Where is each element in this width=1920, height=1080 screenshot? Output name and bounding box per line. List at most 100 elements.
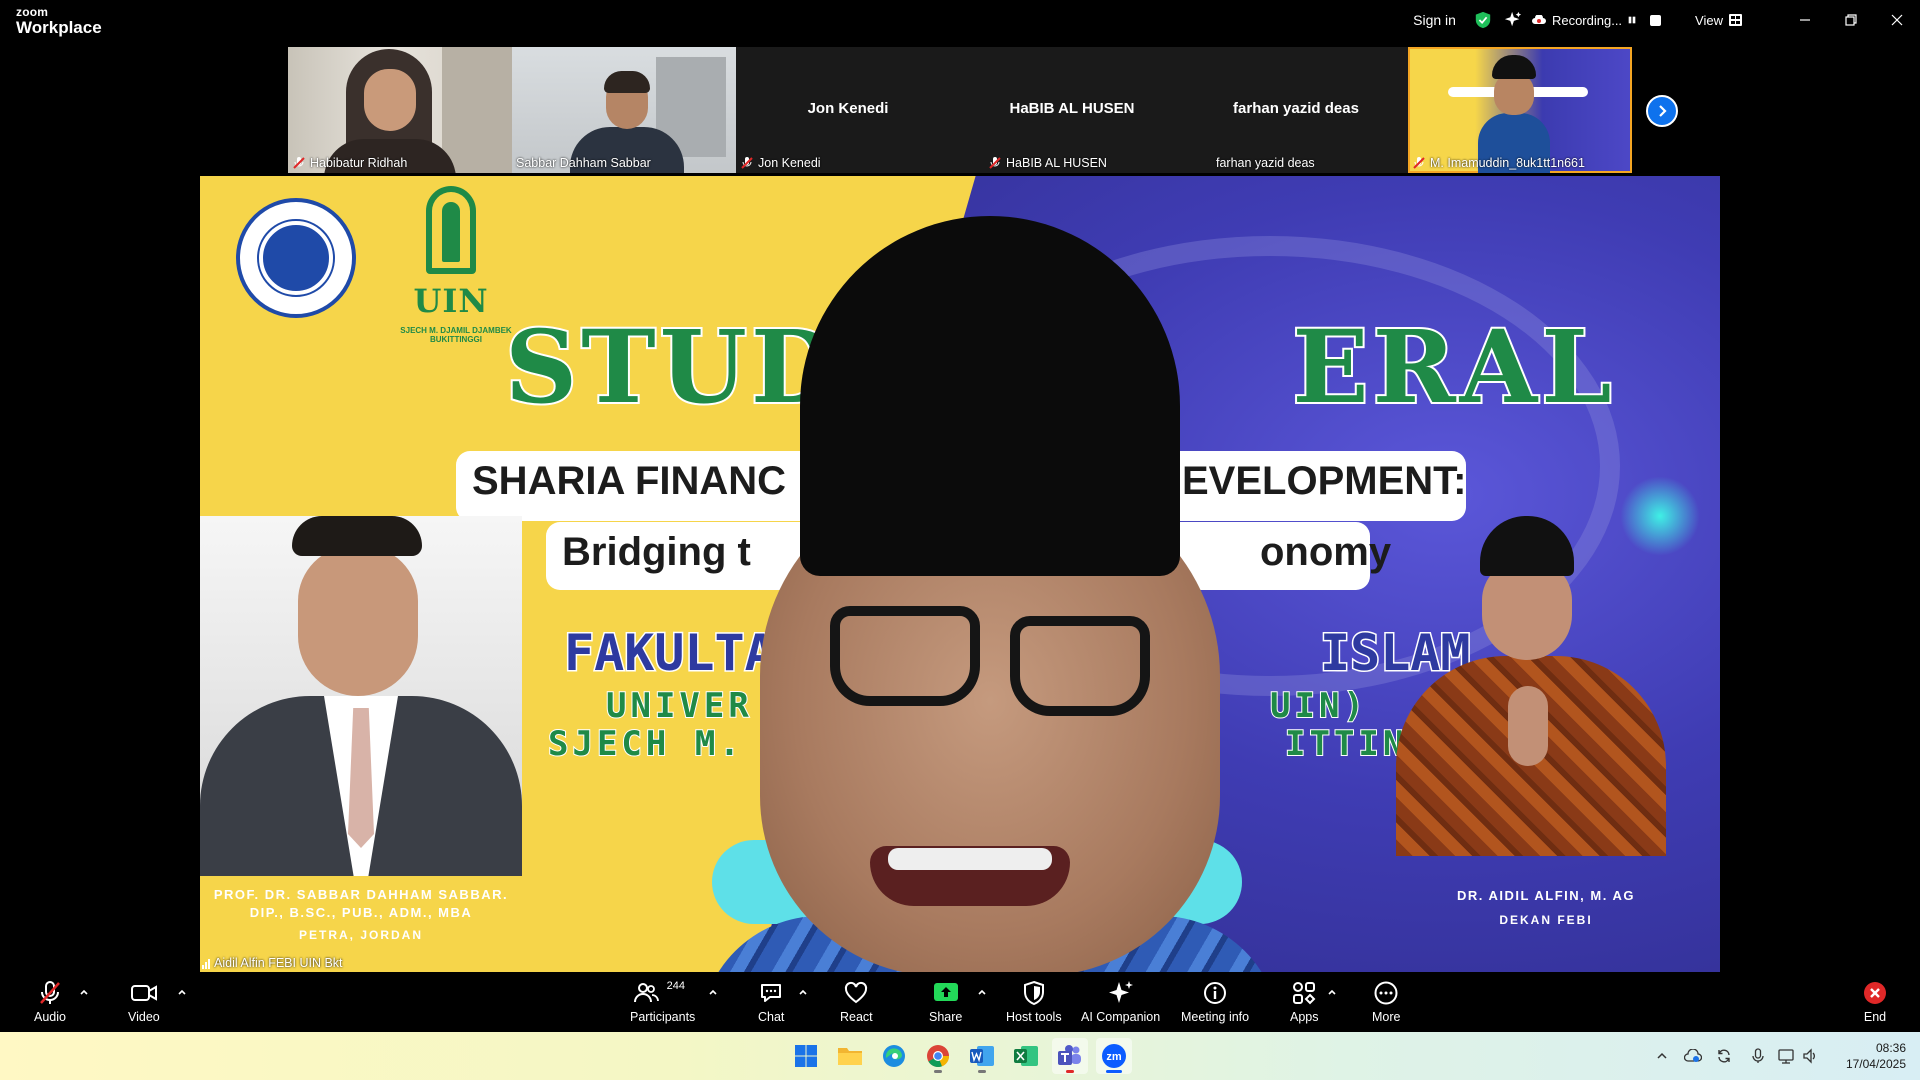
poster-title-right: ERAL (1290, 306, 1616, 428)
apps-button[interactable]: Apps (1290, 978, 1319, 1024)
tray-onedrive[interactable] (1683, 1046, 1703, 1066)
clock-date: 17/04/2025 (1845, 1057, 1906, 1071)
chrome-browser-icon (927, 1045, 950, 1068)
apps-options-chevron-up-icon[interactable] (1326, 986, 1338, 998)
ai-companion-button[interactable]: AI Companion (1081, 978, 1160, 1024)
stop-recording-button[interactable] (1650, 14, 1662, 26)
uin-logo-mark-inner (442, 202, 460, 262)
presenter-teeth (888, 848, 1052, 870)
recording-label: Recording... (1551, 12, 1623, 28)
ai-sparkle-icon[interactable] (1504, 11, 1522, 29)
show-hidden-icons-button[interactable] (1652, 1046, 1672, 1066)
right-speaker-name: DR. AIDIL ALFIN, M. AG (1457, 888, 1635, 903)
tray-network[interactable] (1777, 1046, 1797, 1066)
pause-recording-button[interactable] (1628, 13, 1642, 27)
share-screen-icon (932, 978, 960, 1008)
taskbar-word[interactable] (964, 1038, 1000, 1074)
audio-options-chevron-up-icon[interactable] (78, 986, 90, 998)
video-button[interactable]: Video (128, 978, 160, 1024)
video-options-chevron-up-icon[interactable] (176, 986, 188, 998)
cloud-recording-icon (1532, 15, 1546, 24)
left-speaker-name-line1: PROF. DR. SABBAR DAHHAM SABBAR. (213, 887, 509, 902)
video-background (442, 47, 512, 173)
minimize-button[interactable] (1782, 0, 1828, 40)
more-dots-icon (1373, 978, 1399, 1008)
react-label: React (840, 1010, 873, 1024)
presenter-glasses-right (1010, 616, 1150, 716)
recording-indicator[interactable]: Recording... (1532, 12, 1662, 28)
chat-button[interactable]: Chat (758, 978, 784, 1024)
pause-icon (1628, 16, 1636, 24)
participant-tile[interactable]: Sabbar Dahham Sabbar (512, 47, 736, 173)
chat-bubble-icon (758, 978, 784, 1008)
next-participants-button[interactable] (1646, 95, 1678, 127)
participant-label: farhan yazid deas (1216, 156, 1315, 170)
share-options-chevron-up-icon[interactable] (976, 986, 988, 998)
taskbar-clock[interactable]: 08:36 17/04/2025 (1846, 1040, 1906, 1072)
speaker-hair (292, 516, 422, 556)
participant-face (364, 69, 416, 131)
main-video[interactable]: UIN SJECH M. DJAMIL DJAMBEK BUKITTINGGI … (200, 176, 1720, 972)
sign-in-link[interactable]: Sign in (1413, 12, 1456, 28)
poster-sjech-left: SJECH M. (547, 723, 744, 765)
participant-name: farhan yazid deas (1216, 156, 1315, 170)
chat-label: Chat (758, 1010, 785, 1024)
participant-label: HaBIB AL HUSEN (988, 156, 1107, 170)
mic-muted-icon (741, 157, 753, 169)
shield-icon (1022, 978, 1046, 1008)
chat-options-chevron-up-icon[interactable] (797, 986, 809, 998)
share-label: Share (929, 1010, 963, 1024)
close-icon (1891, 14, 1903, 26)
tray-volume[interactable] (1800, 1046, 1820, 1066)
clock-time: 08:36 (1875, 1041, 1906, 1055)
close-window-button[interactable] (1874, 0, 1920, 40)
taskbar-file-explorer[interactable] (832, 1038, 868, 1074)
meeting-info-button[interactable]: Meeting info (1181, 978, 1249, 1024)
share-button[interactable]: Share (929, 978, 962, 1024)
taskbar-excel[interactable] (1008, 1038, 1044, 1074)
react-button[interactable]: React (840, 978, 873, 1024)
taskbar-zoom[interactable]: zm (1096, 1038, 1132, 1074)
speaker-face (298, 546, 418, 696)
security-shield-icon[interactable] (1474, 11, 1492, 29)
participant-tile[interactable]: farhan yazid deas farhan yazid deas (1184, 47, 1408, 173)
participants-label: Participants (630, 1010, 696, 1024)
running-indicator (978, 1070, 986, 1073)
restore-icon (1845, 14, 1857, 26)
taskbar-chrome[interactable] (920, 1038, 956, 1074)
tray-sync[interactable] (1714, 1046, 1734, 1066)
restore-button[interactable] (1828, 0, 1874, 40)
meeting-toolbar: Audio Video 244 Participants Chat React … (0, 972, 1920, 1032)
host-tools-label: Host tools (1006, 1010, 1062, 1024)
participants-button[interactable]: 244 Participants (630, 978, 695, 1024)
video-label: Video (128, 1010, 160, 1024)
tray-microphone[interactable] (1748, 1046, 1768, 1066)
participants-icon: 244 (633, 978, 693, 1008)
participant-name: HaBIB AL HUSEN (1006, 156, 1107, 170)
heart-icon (843, 978, 869, 1008)
view-button[interactable]: View (1695, 13, 1742, 28)
participant-tile[interactable]: Habibatur Ridhah (288, 47, 512, 173)
zoom-app-icon: zm (1102, 1044, 1126, 1068)
taskbar-teams[interactable] (1052, 1038, 1088, 1074)
mic-muted-icon (293, 157, 305, 169)
taskbar-edge[interactable] (876, 1038, 912, 1074)
end-meeting-button[interactable]: End (1862, 978, 1888, 1024)
host-tools-button[interactable]: Host tools (1006, 978, 1062, 1024)
participant-label: Jon Kenedi (740, 156, 821, 170)
audio-button[interactable]: Audio (34, 978, 66, 1024)
presenter-glasses-left (830, 606, 980, 706)
view-label: View (1695, 12, 1723, 28)
participant-face (1494, 73, 1534, 115)
chevron-up-icon (1657, 1052, 1667, 1059)
more-button[interactable]: More (1372, 978, 1400, 1024)
active-speaker-name: Aidil Alfin FEBI UIN Bkt (214, 956, 343, 970)
running-indicator (1066, 1070, 1074, 1073)
start-button[interactable] (788, 1038, 824, 1074)
participant-tile[interactable]: Jon Kenedi Jon Kenedi (736, 47, 960, 173)
end-label: End (1863, 1010, 1887, 1024)
zoom-workplace-logo: zoom Workplace (16, 6, 102, 36)
participant-tile[interactable]: HaBIB AL HUSEN HaBIB AL HUSEN (960, 47, 1184, 173)
participant-tile-active[interactable]: M. Imamuddin_8uk1tt1n661 (1408, 47, 1632, 173)
participants-options-chevron-up-icon[interactable] (707, 986, 719, 998)
